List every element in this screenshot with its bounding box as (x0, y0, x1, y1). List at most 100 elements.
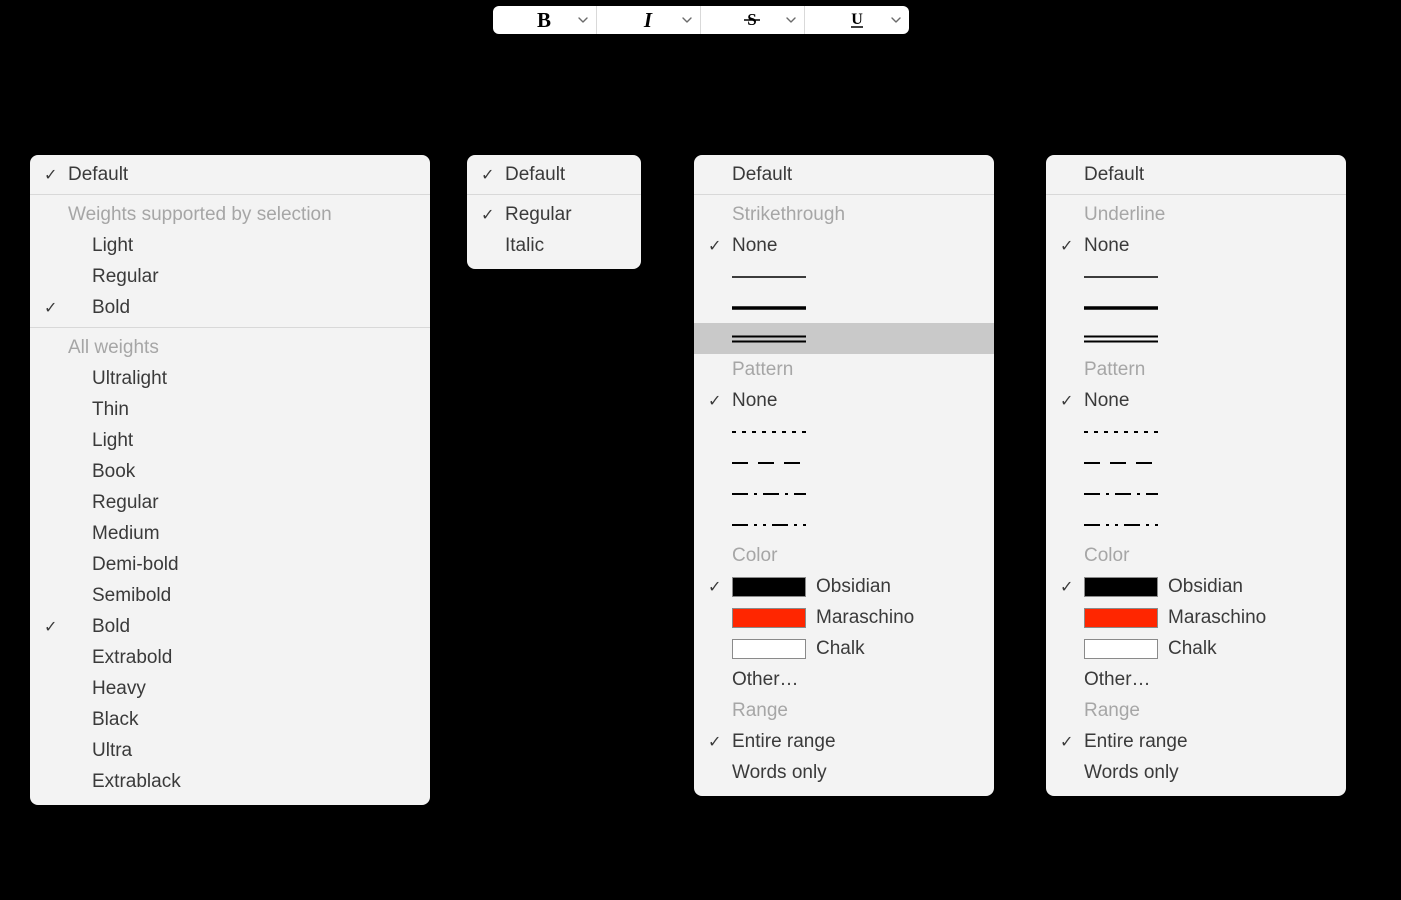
menu-item-label: Regular (92, 266, 159, 288)
chevron-down-icon[interactable] (578, 15, 588, 25)
check-icon (1060, 731, 1084, 753)
menu-item-weight[interactable]: Regular (30, 261, 430, 292)
menu-item-under-none[interactable]: None (1046, 230, 1346, 261)
menu-item-weight[interactable]: Bold (30, 611, 430, 642)
strikethrough-button[interactable]: S (701, 6, 805, 34)
menu-item-style[interactable]: Italic (467, 230, 641, 261)
menu-item-weight[interactable]: Extrablack (30, 766, 430, 797)
line-pattern-dotted-icon (732, 421, 806, 443)
menu-item-pattern-dotted[interactable] (694, 416, 994, 447)
line-pattern-dashed-icon (1084, 452, 1158, 474)
menu-item-range-entire[interactable]: Entire range (1046, 726, 1346, 757)
check-icon (708, 390, 732, 412)
menu-item-strike-thin[interactable] (694, 261, 994, 292)
menu-item-label: Extrabold (92, 647, 172, 669)
line-style-thick-icon (1084, 297, 1158, 319)
menu-item-strike-none[interactable]: None (694, 230, 994, 261)
menu-item-weight[interactable]: Book (30, 456, 430, 487)
section-header-all-weights: All weights (30, 332, 430, 363)
chevron-down-icon[interactable] (891, 15, 901, 25)
menu-item-color[interactable]: Maraschino (1046, 602, 1346, 633)
check-icon (708, 731, 732, 753)
menu-item-default[interactable]: Default (1046, 159, 1346, 190)
color-swatch (1084, 608, 1158, 628)
menu-item-label: Semibold (92, 585, 171, 607)
menu-item-label: Obsidian (816, 576, 891, 598)
line-style-thin-icon (732, 266, 806, 288)
menu-item-label: Thin (92, 399, 129, 421)
menu-item-weight[interactable]: Ultra (30, 735, 430, 766)
color-swatch (732, 577, 806, 597)
menu-item-color-other[interactable]: Other… (694, 664, 994, 695)
menu-item-pattern-dotted[interactable] (1046, 416, 1346, 447)
menu-item-weight[interactable]: Thin (30, 394, 430, 425)
menu-item-label: Regular (92, 492, 159, 514)
menu-item-pattern-none[interactable]: None (694, 385, 994, 416)
menu-item-under-thin[interactable] (1046, 261, 1346, 292)
line-style-thick-icon (732, 297, 806, 319)
menu-item-pattern-dashdotdot[interactable] (694, 509, 994, 540)
menu-item-strike-thick[interactable] (694, 292, 994, 323)
menu-item-weight[interactable]: Black (30, 704, 430, 735)
menu-item-weight[interactable]: Regular (30, 487, 430, 518)
menu-item-weight[interactable]: Bold (30, 292, 430, 323)
menu-item-label: Entire range (732, 731, 836, 753)
menu-item-label: Words only (732, 762, 827, 784)
menu-item-label: Bold (92, 297, 130, 319)
chevron-down-icon[interactable] (786, 15, 796, 25)
section-header-pattern: Pattern (694, 354, 994, 385)
menu-item-color[interactable]: Chalk (694, 633, 994, 664)
separator (467, 194, 641, 195)
menu-item-color[interactable]: Obsidian (1046, 571, 1346, 602)
menu-item-label: Default (68, 164, 128, 186)
menu-item-default[interactable]: Default (467, 159, 641, 190)
menu-item-range-words[interactable]: Words only (694, 757, 994, 788)
menu-item-range-entire[interactable]: Entire range (694, 726, 994, 757)
menu-item-weight[interactable]: Extrabold (30, 642, 430, 673)
menu-item-weight[interactable]: Medium (30, 518, 430, 549)
menu-item-pattern-dashed[interactable] (1046, 447, 1346, 478)
separator (30, 194, 430, 195)
menu-item-label: Book (92, 461, 135, 483)
section-header-underline: Underline (1046, 199, 1346, 230)
menu-item-color[interactable]: Chalk (1046, 633, 1346, 664)
menu-item-label: Entire range (1084, 731, 1188, 753)
menu-item-weight[interactable]: Semibold (30, 580, 430, 611)
menu-item-weight[interactable]: Heavy (30, 673, 430, 704)
menu-item-pattern-dashdot[interactable] (694, 478, 994, 509)
menu-item-color-other[interactable]: Other… (1046, 664, 1346, 695)
menu-item-under-thick[interactable] (1046, 292, 1346, 323)
menu-item-range-words[interactable]: Words only (1046, 757, 1346, 788)
check-icon (481, 204, 505, 226)
menu-item-style[interactable]: Regular (467, 199, 641, 230)
menu-item-label: Extrablack (92, 771, 181, 793)
menu-item-weight[interactable]: Light (30, 425, 430, 456)
check-icon (481, 164, 505, 186)
menu-item-weight[interactable]: Demi-bold (30, 549, 430, 580)
menu-item-default[interactable]: Default (694, 159, 994, 190)
menu-item-under-double[interactable] (1046, 323, 1346, 354)
line-pattern-dotted-icon (1084, 421, 1158, 443)
menu-item-weight[interactable]: Ultralight (30, 363, 430, 394)
line-pattern-dashed-icon (732, 452, 806, 474)
line-pattern-dashdotdot-icon (1084, 514, 1158, 536)
underline-button[interactable]: U (805, 6, 909, 34)
menu-item-weight[interactable]: Light (30, 230, 430, 261)
svg-text:U: U (851, 11, 863, 28)
menu-item-pattern-dashdotdot[interactable] (1046, 509, 1346, 540)
menu-item-default[interactable]: Default (30, 159, 430, 190)
menu-item-color[interactable]: Obsidian (694, 571, 994, 602)
italic-button[interactable]: I (597, 6, 701, 34)
menu-item-strike-double[interactable] (694, 323, 994, 354)
menu-item-pattern-dashdot[interactable] (1046, 478, 1346, 509)
menu-item-label: Obsidian (1168, 576, 1243, 598)
strikethrough-icon: S (743, 11, 761, 29)
section-header-range: Range (1046, 695, 1346, 726)
menu-item-color[interactable]: Maraschino (694, 602, 994, 633)
chevron-down-icon[interactable] (682, 15, 692, 25)
bold-button[interactable]: B (493, 6, 597, 34)
menu-item-label: None (1084, 390, 1129, 412)
line-style-double-icon (732, 328, 806, 350)
menu-item-pattern-dashed[interactable] (694, 447, 994, 478)
menu-item-pattern-none[interactable]: None (1046, 385, 1346, 416)
